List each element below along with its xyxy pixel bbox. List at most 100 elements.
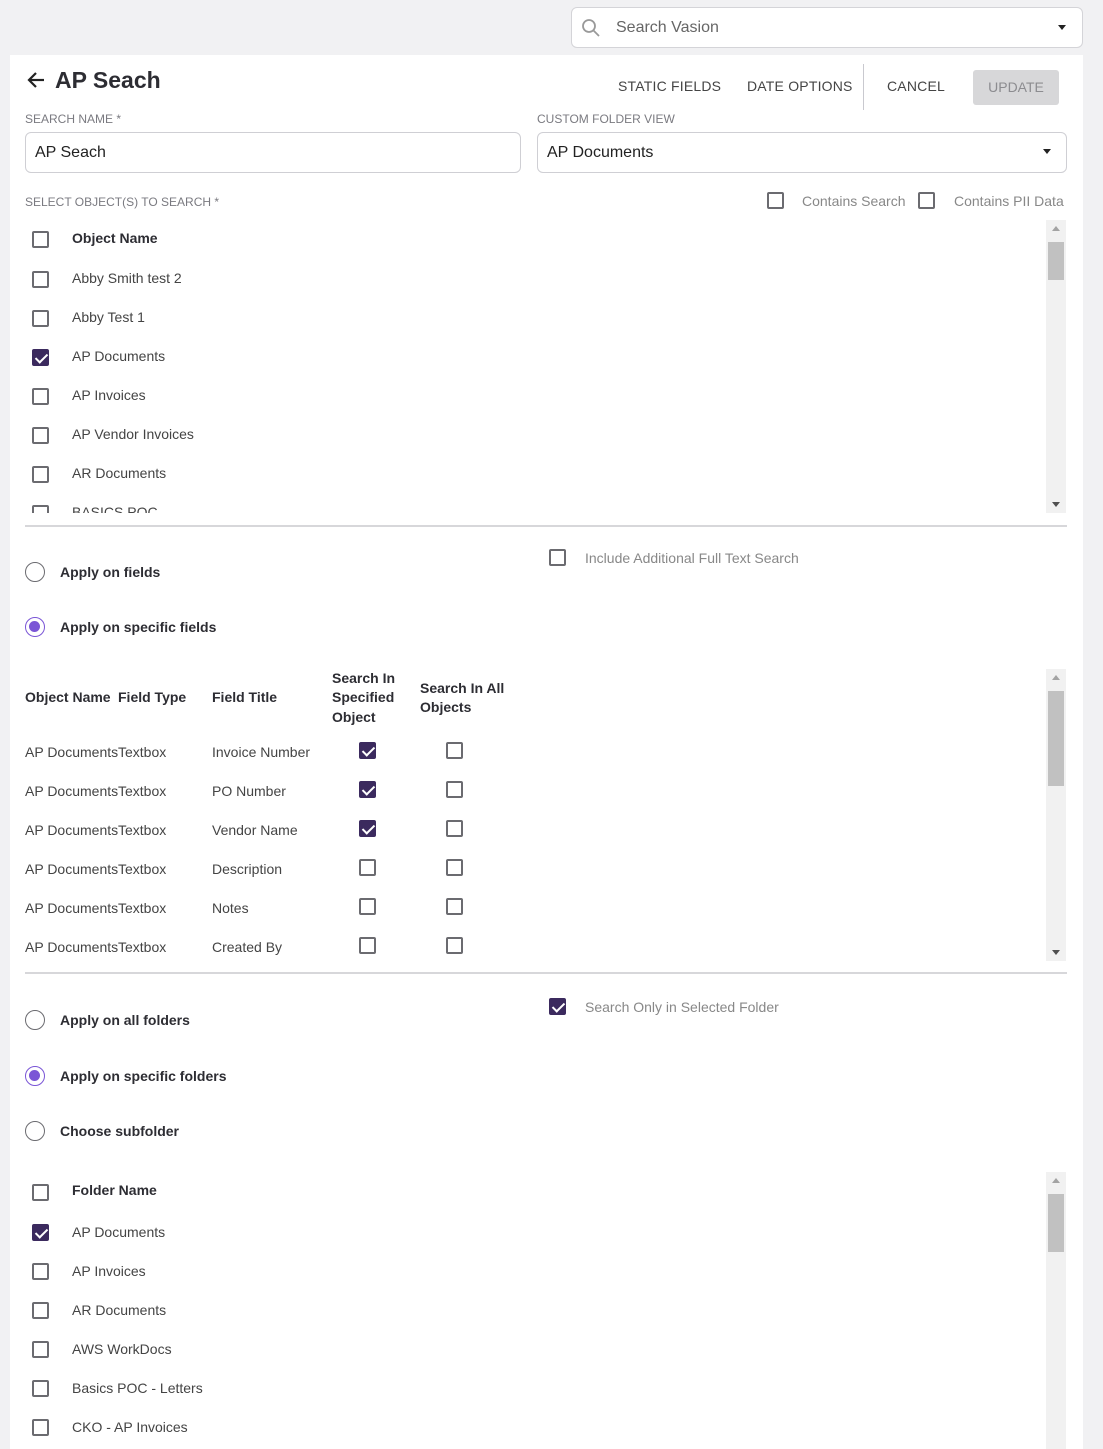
search-in-specified-checkbox[interactable] — [359, 781, 376, 798]
scroll-up-icon[interactable] — [1052, 675, 1060, 680]
scrollbar-thumb[interactable] — [1048, 1194, 1064, 1252]
apply-specific-fields-radio[interactable] — [25, 617, 45, 637]
field-title: Vendor Name — [212, 822, 298, 838]
object-checkbox[interactable] — [32, 271, 49, 288]
field-type: Textbox — [118, 744, 167, 760]
full-text-label: Include Additional Full Text Search — [585, 550, 799, 566]
search-name-input[interactable]: AP Seach — [25, 132, 521, 173]
search-in-all-checkbox[interactable] — [446, 742, 463, 759]
object-checkbox[interactable] — [32, 466, 49, 483]
table-row: AP Documents Textbox PO Number — [0, 781, 1040, 813]
search-in-specified-checkbox[interactable] — [359, 898, 376, 915]
object-name: Abby Test 1 — [72, 309, 145, 325]
choose-subfolder-radio[interactable] — [25, 1121, 45, 1141]
folder-checkbox[interactable] — [32, 1419, 49, 1436]
list-item[interactable]: Abby Smith test 2 — [25, 270, 1025, 300]
scrollbar-thumb[interactable] — [1048, 691, 1064, 786]
search-only-selected-folder-checkbox[interactable] — [549, 998, 566, 1015]
list-item[interactable]: AP Documents — [25, 348, 1025, 378]
chevron-down-icon[interactable] — [1058, 25, 1066, 30]
field-object-name: AP Documents — [25, 783, 119, 799]
list-item[interactable]: AP Invoices — [25, 1263, 1025, 1293]
scroll-down-icon[interactable] — [1052, 950, 1060, 955]
fields-scrollbar[interactable] — [1046, 669, 1066, 961]
folder-name: Basics POC - Letters — [72, 1380, 203, 1396]
folder-checkbox[interactable] — [32, 1302, 49, 1319]
object-checkbox[interactable] — [32, 427, 49, 444]
field-type: Textbox — [118, 783, 167, 799]
object-checkbox[interactable] — [32, 310, 49, 327]
list-item[interactable]: AP Invoices — [25, 387, 1025, 417]
apply-specific-folders-label: Apply on specific folders — [60, 1068, 227, 1084]
object-checkbox[interactable] — [32, 349, 49, 366]
col-search-specified-2: Specified — [332, 689, 395, 705]
objects-list: Object Name Abby Smith test 2 Abby Test 1… — [25, 220, 1045, 513]
search-in-all-checkbox[interactable] — [446, 859, 463, 876]
list-item[interactable]: AWS WorkDocs — [25, 1341, 1025, 1371]
list-item[interactable]: Abby Test 1 — [25, 309, 1025, 339]
contains-search-label: Contains Search — [802, 193, 906, 209]
object-checkbox[interactable] — [32, 388, 49, 405]
list-item[interactable]: AP Vendor Invoices — [25, 426, 1025, 456]
search-in-all-checkbox[interactable] — [446, 898, 463, 915]
field-object-name: AP Documents — [25, 900, 119, 916]
folder-checkbox[interactable] — [32, 1341, 49, 1358]
list-item[interactable]: CKO - AP Invoices — [25, 1419, 1025, 1449]
divider — [25, 525, 1067, 527]
folder-name: AP Invoices — [72, 1263, 146, 1279]
object-name: AP Invoices — [72, 387, 146, 403]
search-in-specified-checkbox[interactable] — [359, 859, 376, 876]
list-item[interactable]: AP Documents — [25, 1224, 1025, 1254]
list-item[interactable]: Basics POC - Letters — [25, 1380, 1025, 1410]
objects-scrollbar[interactable] — [1046, 220, 1066, 513]
contains-pii-checkbox[interactable] — [918, 192, 935, 209]
apply-specific-folders-radio[interactable] — [25, 1066, 45, 1086]
back-arrow-icon[interactable] — [26, 70, 46, 90]
scroll-down-icon[interactable] — [1052, 502, 1060, 507]
field-type: Textbox — [118, 861, 167, 877]
search-in-specified-checkbox[interactable] — [359, 937, 376, 954]
folder-view-label: CUSTOM FOLDER VIEW — [537, 112, 675, 126]
update-button[interactable]: UPDATE — [973, 70, 1059, 105]
toolbar-divider — [863, 64, 864, 110]
contains-search-checkbox[interactable] — [767, 192, 784, 209]
scroll-up-icon[interactable] — [1052, 226, 1060, 231]
select-all-folders-checkbox[interactable] — [32, 1184, 49, 1201]
folder-checkbox[interactable] — [32, 1263, 49, 1280]
field-title: Notes — [212, 900, 249, 916]
folders-list: Folder Name AP Documents AP Invoices AR Do… — [25, 1172, 1045, 1449]
list-item[interactable]: AR Documents — [25, 465, 1025, 495]
global-search-box[interactable]: Search Vasion — [571, 7, 1083, 48]
search-in-specified-checkbox[interactable] — [359, 742, 376, 759]
folder-name: AWS WorkDocs — [72, 1341, 172, 1357]
table-row: AP Documents Textbox Created By — [0, 937, 1040, 969]
list-item[interactable]: AR Documents — [25, 1302, 1025, 1332]
static-fields-button[interactable]: STATIC FIELDS — [618, 78, 721, 94]
folder-checkbox[interactable] — [32, 1224, 49, 1241]
search-in-specified-checkbox[interactable] — [359, 820, 376, 837]
object-name: Abby Smith test 2 — [72, 270, 182, 286]
apply-all-folders-radio[interactable] — [25, 1010, 45, 1030]
folder-checkbox[interactable] — [32, 1380, 49, 1397]
search-in-all-checkbox[interactable] — [446, 820, 463, 837]
search-in-all-checkbox[interactable] — [446, 937, 463, 954]
field-object-name: AP Documents — [25, 939, 119, 955]
folder-view-select[interactable]: AP Documents — [537, 132, 1067, 173]
scroll-up-icon[interactable] — [1052, 1178, 1060, 1183]
list-item[interactable]: BASICS POC — [25, 504, 1025, 513]
field-title: Created By — [212, 939, 283, 955]
full-text-checkbox[interactable] — [549, 549, 566, 566]
search-only-selected-folder-label: Search Only in Selected Folder — [585, 999, 779, 1015]
field-type: Textbox — [118, 900, 167, 916]
scrollbar-thumb[interactable] — [1048, 242, 1064, 280]
col-object-name: Object Name — [25, 689, 111, 705]
cancel-button[interactable]: CANCEL — [887, 78, 945, 94]
col-search-all-2: Objects — [420, 699, 472, 715]
select-all-objects-checkbox[interactable] — [32, 231, 49, 248]
search-in-all-checkbox[interactable] — [446, 781, 463, 798]
object-name: AP Vendor Invoices — [72, 426, 194, 442]
apply-fields-radio[interactable] — [25, 562, 45, 582]
folders-scrollbar[interactable] — [1046, 1172, 1066, 1449]
date-options-button[interactable]: DATE OPTIONS — [747, 78, 853, 94]
object-checkbox[interactable] — [32, 505, 49, 513]
